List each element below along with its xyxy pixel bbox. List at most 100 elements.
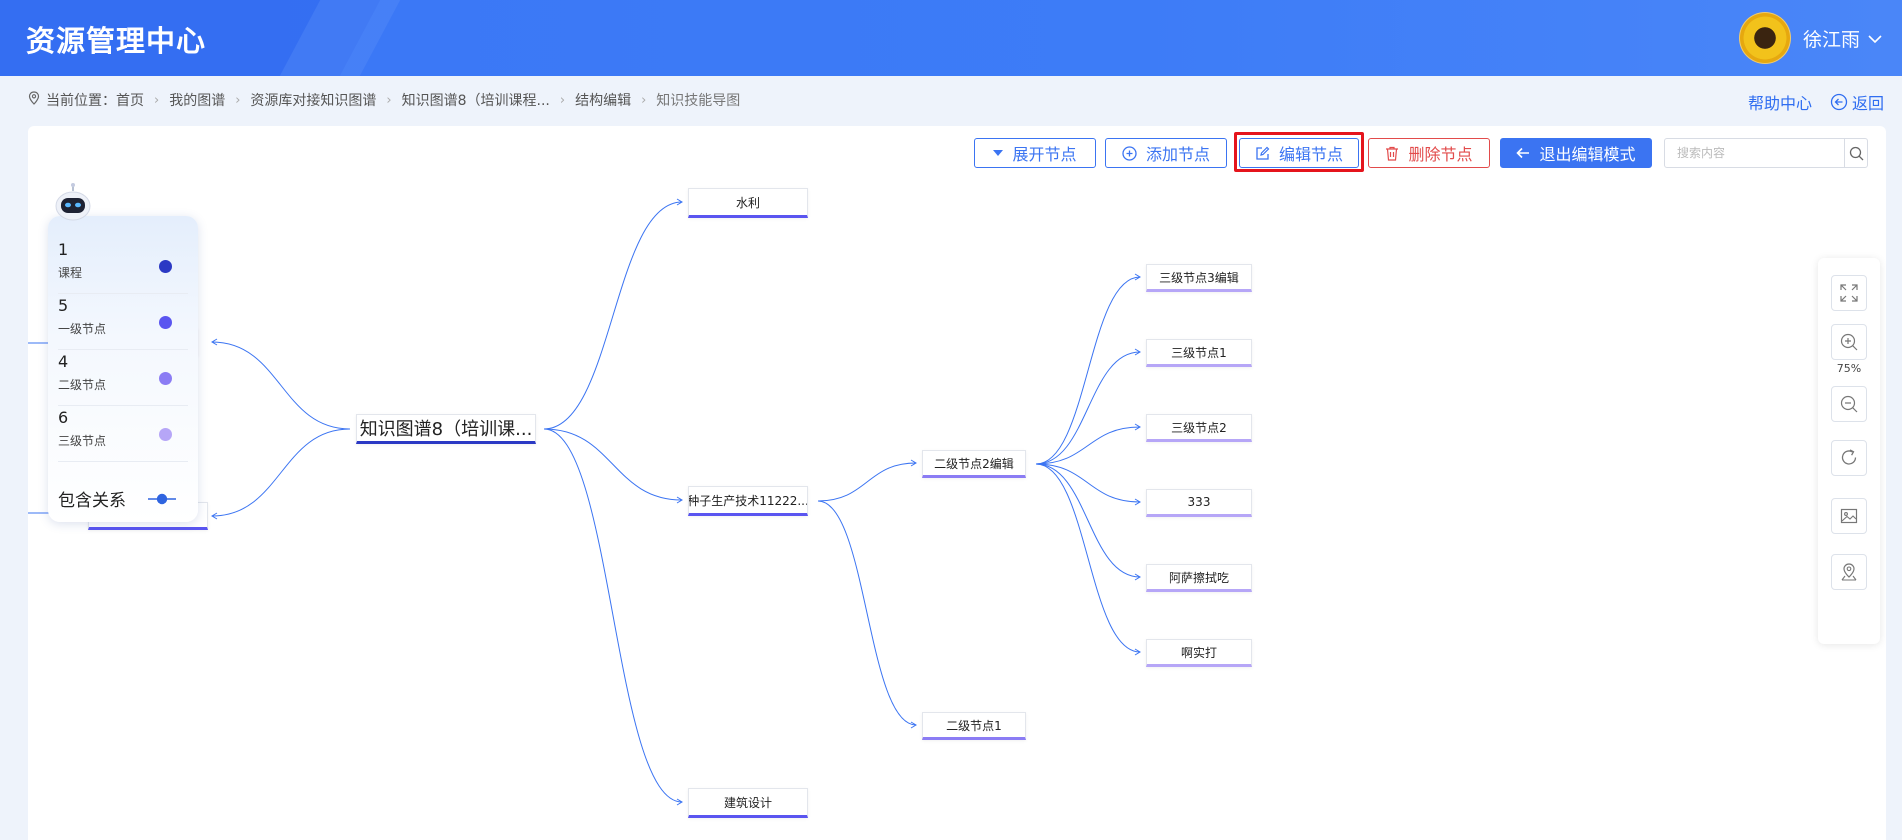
mindmap-panel: 知识图谱8（培训课... 水利 种子生产技术11222... 建筑设计 二级节点2编辑二…: [28, 126, 1886, 840]
plus-circle-icon: [1122, 145, 1137, 161]
legend-dot: [159, 260, 172, 273]
legend-item: 5 一级节点: [58, 294, 188, 350]
legend-item: 6 三级节点: [58, 406, 188, 462]
caret-down-icon: [993, 149, 1004, 157]
zoom-in-button[interactable]: [1831, 324, 1867, 360]
chevron-right-icon: ›: [559, 92, 566, 108]
mindmap-node[interactable]: 三级节点3编辑: [1146, 264, 1252, 292]
breadcrumb-item[interactable]: 首页: [116, 90, 144, 110]
mindmap-node[interactable]: 水利: [688, 188, 808, 218]
map-tool-column: 75%: [1818, 258, 1880, 644]
chevron-right-icon: ›: [386, 92, 392, 108]
zoom-out-button[interactable]: [1831, 386, 1867, 422]
legend-item: 1 课程: [58, 238, 188, 294]
back-link[interactable]: 返回: [1830, 90, 1884, 114]
app-header: 资源管理中心 徐江雨: [0, 0, 1902, 76]
mindmap-edge: [211, 428, 351, 517]
edit-node-highlight: [1234, 132, 1364, 172]
mindmap-node[interactable]: 知识图谱8（培训课...: [356, 414, 536, 444]
mindmap-edge: [543, 428, 683, 803]
legend-dot: [159, 428, 172, 441]
reset-button[interactable]: [1831, 440, 1867, 476]
avatar[interactable]: [1738, 12, 1791, 64]
app-title: 资源管理中心: [26, 24, 207, 58]
mindmap-node[interactable]: 二级节点1: [922, 712, 1026, 740]
mindmap-node[interactable]: 啊实打: [1146, 639, 1252, 667]
mindmap-edge: [1035, 463, 1141, 578]
trash-icon: [1385, 146, 1399, 161]
legend-count: 4: [58, 352, 69, 371]
breadcrumb-item[interactable]: 结构编辑: [575, 90, 631, 110]
legend-count: 1: [58, 240, 69, 259]
mindmap-node[interactable]: 建筑设计: [688, 788, 808, 818]
mindmap-node[interactable]: 阿萨擦拭吃: [1146, 564, 1252, 592]
expand-nodes-label: 展开节点: [1012, 145, 1077, 164]
add-node-label: 添加节点: [1145, 145, 1210, 164]
chevron-down-icon[interactable]: [1860, 27, 1882, 49]
legend-count: 6: [58, 408, 69, 427]
top-links: 帮助中心 返回: [1748, 90, 1884, 114]
breadcrumb-item[interactable]: 资源库对接知识图谱: [250, 90, 376, 110]
location-pin-icon: [1839, 562, 1859, 582]
image-icon: [1839, 506, 1859, 526]
help-center-link[interactable]: 帮助中心: [1748, 90, 1812, 114]
zoom-out-icon: [1839, 394, 1859, 414]
legend-relation-label: 包含关系: [58, 491, 126, 511]
mindmap-edge: [543, 428, 683, 501]
breadcrumb-current: 知识技能导图: [656, 93, 741, 109]
export-image-button[interactable]: [1831, 498, 1867, 534]
relation-line-icon: [148, 490, 176, 509]
user-name: 徐江雨: [1802, 28, 1860, 51]
mindmap-node[interactable]: 333: [1146, 489, 1252, 517]
search-button[interactable]: [1844, 139, 1867, 167]
legend-dot: [159, 372, 172, 385]
robot-assistant-icon[interactable]: [52, 182, 94, 224]
mindmap-edge: [1035, 463, 1141, 503]
legend-dot: [159, 316, 172, 329]
location-pin-icon: [28, 91, 40, 109]
mindmap-node[interactable]: 二级节点2编辑: [922, 450, 1026, 478]
breadcrumb: 当前位置： 首页 › 我的图谱 › 资源库对接知识图谱 › 知识图谱8（培训课程…: [28, 90, 740, 110]
legend-count: 5: [58, 296, 69, 315]
breadcrumb-item[interactable]: 知识图谱8（培训课程...: [402, 90, 550, 110]
chevron-right-icon: ›: [235, 92, 241, 108]
user-menu[interactable]: 徐江雨: [1738, 12, 1882, 64]
mindmap-node[interactable]: 三级节点2: [1146, 414, 1252, 442]
mindmap-edge: [1035, 426, 1141, 465]
legend-label: 三级节点: [58, 434, 107, 448]
legend-relation: 包含关系: [58, 462, 188, 522]
zoom-in-icon: [1839, 332, 1859, 352]
breadcrumb-item[interactable]: 我的图谱: [169, 90, 225, 110]
mindmap-node[interactable]: 种子生产技术11222...: [688, 486, 808, 516]
legend-item: 4 二级节点: [58, 350, 188, 406]
chevron-right-icon: ›: [641, 92, 647, 108]
exit-edit-mode-button[interactable]: 退出编辑模式: [1500, 138, 1652, 168]
legend-label: 一级节点: [58, 322, 107, 336]
legend-label: 二级节点: [58, 378, 107, 392]
mindmap-edge: [817, 462, 917, 502]
delete-node-label: 删除节点: [1408, 145, 1473, 164]
legend-label: 课程: [58, 266, 83, 280]
search-input[interactable]: [1665, 139, 1844, 167]
delete-node-button[interactable]: 删除节点: [1368, 138, 1490, 168]
mindmap-edge: [543, 201, 683, 430]
add-node-button[interactable]: 添加节点: [1105, 138, 1227, 168]
mindmap-edge: [1035, 276, 1141, 465]
back-label: 返回: [1851, 94, 1884, 113]
fit-view-button[interactable]: [1831, 275, 1867, 311]
search-box: [1664, 138, 1868, 168]
locate-button[interactable]: [1831, 554, 1867, 590]
breadcrumb-prefix: 当前位置：: [46, 93, 116, 109]
zoom-level: 75%: [1836, 362, 1862, 375]
arrow-left-icon: [1516, 147, 1530, 159]
exit-edit-mode-label: 退出编辑模式: [1539, 145, 1636, 164]
node-legend: 1 课程 5 一级节点 4 二级节点 6 三级节点 包含关系: [48, 183, 198, 522]
expand-arrows-icon: [1839, 283, 1859, 303]
mindmap-edge: [817, 500, 917, 726]
mindmap-node[interactable]: 三级节点1: [1146, 339, 1252, 367]
mindmap-edge: [1035, 463, 1141, 653]
back-arrow-icon: [1830, 93, 1848, 111]
expand-nodes-button[interactable]: 展开节点: [974, 138, 1096, 168]
chevron-right-icon: ›: [154, 92, 160, 108]
search-icon: [1849, 146, 1864, 161]
